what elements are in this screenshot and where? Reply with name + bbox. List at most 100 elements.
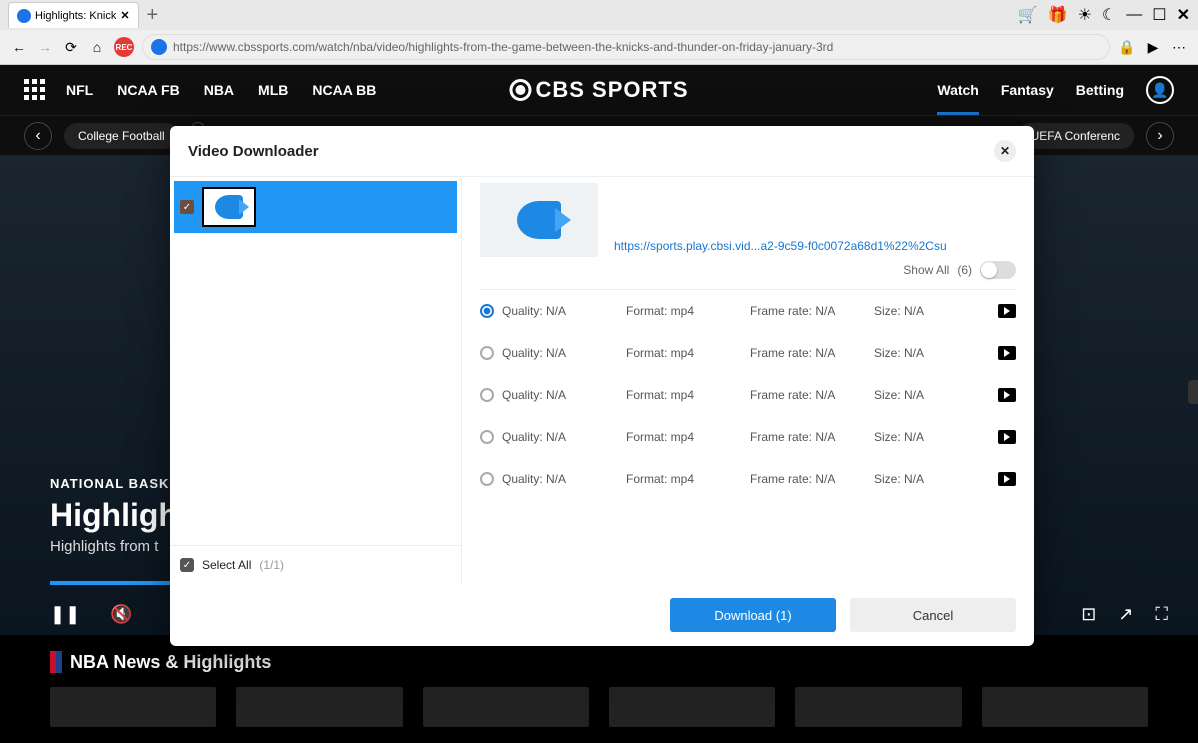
thumb-preview [202,187,256,227]
modal-close-button[interactable]: ✕ [994,140,1016,162]
preview-play-icon[interactable] [998,388,1016,402]
quality-radio[interactable] [480,346,494,360]
side-handle-icon[interactable] [1188,380,1198,404]
home-button[interactable]: ⌂ [88,38,106,56]
scroll-right-icon[interactable]: › [1146,122,1174,150]
lock-icon[interactable]: 🔒 [1118,38,1136,56]
cart-icon[interactable]: 🛒 [1018,5,1038,25]
format-label: Format: mp4 [626,388,742,402]
nav-mlb[interactable]: MLB [258,82,288,98]
nba-logo-icon [50,651,62,673]
moon-icon[interactable]: ☾ [1102,5,1116,25]
cbs-eye-icon [509,79,531,101]
preview-play-icon[interactable] [998,346,1016,360]
chip-uefa[interactable]: UEFA Conferenc [1017,123,1134,149]
share-icon[interactable]: ↗ [1118,604,1133,625]
quality-label: Quality: N/A [502,472,618,486]
video-ext-icon[interactable]: ▶ [1144,38,1162,56]
format-label: Format: mp4 [626,346,742,360]
video-thumb[interactable] [236,687,402,727]
framerate-label: Frame rate: N/A [750,472,866,486]
quality-label: Quality: N/A [502,388,618,402]
site-logo[interactable]: CBS SPORTS [509,77,688,103]
browser-chrome: Highlights: Knick ✕ + 🛒 🎁 ☀ ☾ — ☐ ✕ ← → … [0,0,1198,65]
nav-watch[interactable]: Watch [937,82,978,115]
select-all-label: Select All [202,558,251,572]
quality-label: Quality: N/A [502,346,618,360]
menu-icon[interactable]: ⋯ [1170,38,1188,56]
quality-row[interactable]: Quality: N/A Format: mp4 Frame rate: N/A… [480,416,1016,458]
video-thumb[interactable] [982,687,1148,727]
quality-row[interactable]: Quality: N/A Format: mp4 Frame rate: N/A… [480,332,1016,374]
scroll-left-icon[interactable]: ‹ [24,122,52,150]
pause-icon[interactable]: ❚❚ [50,604,80,625]
video-thumb[interactable] [795,687,961,727]
cancel-button[interactable]: Cancel [850,598,1016,632]
video-thumb[interactable] [609,687,775,727]
quality-radio[interactable] [480,472,494,486]
gift-icon[interactable]: 🎁 [1048,5,1068,25]
framerate-label: Frame rate: N/A [750,346,866,360]
progress-bar[interactable] [50,581,170,585]
profile-icon[interactable]: 👤 [1146,76,1174,104]
quality-radio[interactable] [480,388,494,402]
section-heading: NBA News & Highlights [50,651,1148,673]
video-preview [480,183,598,257]
format-label: Format: mp4 [626,472,742,486]
quality-radio[interactable] [480,304,494,318]
back-button[interactable]: ← [10,38,28,56]
record-icon[interactable]: REC [114,37,134,57]
download-button[interactable]: Download (1) [670,598,836,632]
new-tab-button[interactable]: + [147,4,159,27]
forward-button[interactable]: → [36,38,54,56]
minimize-icon[interactable]: — [1126,6,1142,24]
fullscreen-icon[interactable]: ⛶ [1155,604,1168,625]
preview-play-icon[interactable] [998,430,1016,444]
size-label: Size: N/A [874,472,990,486]
quality-row[interactable]: Quality: N/A Format: mp4 Frame rate: N/A… [480,374,1016,416]
browser-tab[interactable]: Highlights: Knick ✕ [8,2,139,28]
top-nav: NFL NCAA FB NBA MLB NCAA BB CBS SPORTS W… [0,65,1198,115]
show-all-toggle[interactable] [980,261,1016,279]
nav-nfl[interactable]: NFL [66,82,93,98]
format-label: Format: mp4 [626,430,742,444]
format-label: Format: mp4 [626,304,742,318]
downloader-logo-icon [517,201,561,239]
video-downloader-modal: Video Downloader ✕ ✓ ✓ Select All (1/1) … [170,126,1034,646]
quality-radio[interactable] [480,430,494,444]
nav-fantasy[interactable]: Fantasy [1001,82,1054,98]
chip-college-football[interactable]: College Football [64,123,179,149]
size-label: Size: N/A [874,304,990,318]
show-all-count: (6) [957,263,972,277]
framerate-label: Frame rate: N/A [750,430,866,444]
mute-icon[interactable]: 🔇 [110,604,132,625]
downloader-logo-icon [215,195,243,219]
size-label: Size: N/A [874,346,990,360]
maximize-icon[interactable]: ☐ [1152,5,1166,25]
source-url[interactable]: https://sports.play.cbsi.vid...a2-9c59-f… [614,239,1016,253]
framerate-label: Frame rate: N/A [750,304,866,318]
quality-label: Quality: N/A [502,430,618,444]
brightness-icon[interactable]: ☀ [1078,5,1092,25]
reload-button[interactable]: ⟳ [62,38,80,56]
quality-label: Quality: N/A [502,304,618,318]
video-thumb[interactable] [50,687,216,727]
nav-ncaabb[interactable]: NCAA BB [312,82,376,98]
caption-icon[interactable]: ⊡ [1081,604,1096,625]
nav-ncaafb[interactable]: NCAA FB [117,82,179,98]
preview-play-icon[interactable] [998,304,1016,318]
nav-betting[interactable]: Betting [1076,82,1124,98]
url-text: https://www.cbssports.com/watch/nba/vide… [173,40,833,54]
close-window-icon[interactable]: ✕ [1177,5,1190,25]
address-bar[interactable]: https://www.cbssports.com/watch/nba/vide… [142,34,1110,60]
apps-grid-icon[interactable] [24,79,46,101]
quality-row[interactable]: Quality: N/A Format: mp4 Frame rate: N/A… [480,290,1016,332]
preview-play-icon[interactable] [998,472,1016,486]
source-thumb-item[interactable]: ✓ [174,181,457,233]
favicon-icon [17,9,31,23]
video-thumb[interactable] [423,687,589,727]
close-tab-icon[interactable]: ✕ [120,9,129,22]
quality-row[interactable]: Quality: N/A Format: mp4 Frame rate: N/A… [480,458,1016,500]
nav-nba[interactable]: NBA [204,82,234,98]
select-all-checkbox[interactable]: ✓ [180,558,194,572]
